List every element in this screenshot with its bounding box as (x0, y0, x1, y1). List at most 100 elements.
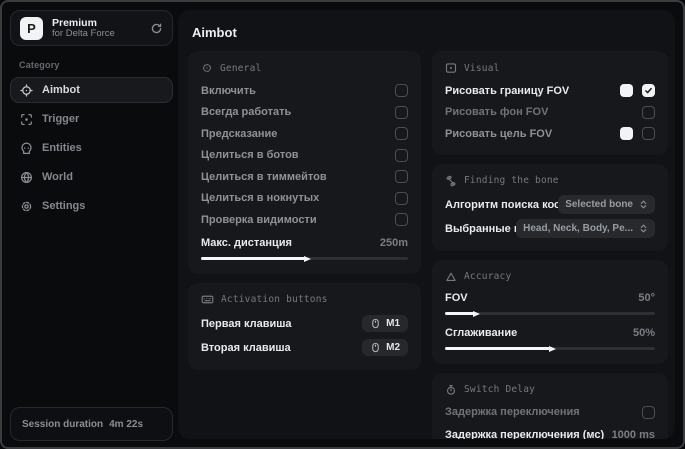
checkbox-draw-fov-background[interactable] (642, 105, 655, 119)
checkbox-target-bots[interactable] (395, 148, 409, 162)
first-key-button[interactable]: M1 (362, 315, 409, 332)
checkbox-target-knocked[interactable] (395, 191, 409, 205)
toggle-label: Включить (201, 84, 256, 97)
smoothing-label: Сглаживание (445, 327, 518, 339)
first-key-value: M1 (386, 318, 401, 329)
bone-algorithm-label: Алгоритм поиска костей (445, 198, 573, 211)
crosshair-icon (20, 83, 33, 97)
panel-accuracy-title: Accuracy (464, 271, 512, 282)
toggle-label: Целиться в ботов (201, 149, 299, 162)
scope-icon (201, 62, 213, 74)
fov-border-color-swatch[interactable] (620, 84, 633, 98)
panel-bone-title: Finding the bone (464, 175, 559, 186)
accuracy-icon (445, 271, 457, 283)
panel-activation-title: Activation buttons (221, 294, 328, 305)
brand-card: P Premium for Delta Force (10, 10, 173, 46)
panel-visual: Visual Рисовать границу FOV Рисовать фон… (432, 51, 668, 155)
timer-icon (445, 384, 457, 396)
session-value: 4m 22s (109, 418, 144, 430)
sidebar-item-trigger[interactable]: Trigger (10, 106, 173, 132)
draw-fov-target-label: Рисовать цель FOV (445, 127, 553, 140)
fov-value: 50° (638, 292, 655, 304)
session-label: Session duration (22, 418, 104, 430)
sidebar-item-entities[interactable]: Entities (10, 135, 173, 161)
keyboard-icon (201, 293, 214, 306)
panel-general-title: General (220, 62, 262, 74)
smoothing-value: 50% (632, 327, 655, 339)
sidebar-nav: Aimbot Trigger Entities World Settings (10, 77, 173, 219)
fov-slider[interactable] (445, 309, 655, 319)
max-distance-label: Макс. дистанция (201, 237, 292, 249)
main-content: Aimbot General Включить Всегда работать (178, 10, 675, 439)
trigger-icon (20, 113, 33, 126)
draw-fov-border-label: Рисовать границу FOV (445, 84, 570, 97)
draw-fov-background-label: Рисовать фон FOV (445, 106, 549, 119)
toggle-label: Целиться в нокнутых (201, 192, 320, 205)
smoothing-slider[interactable] (445, 344, 655, 354)
checkbox-enable[interactable] (395, 84, 409, 98)
sidebar-item-aimbot[interactable]: Aimbot (10, 77, 173, 103)
sidebar-item-label: World (42, 171, 73, 183)
fov-label: FOV (445, 292, 468, 304)
panel-switch-delay: Switch Delay Задержка переключения Задер… (432, 372, 668, 440)
sidebar-item-settings[interactable]: Settings (10, 193, 173, 219)
bone-algorithm-select[interactable]: Selected bone (558, 195, 655, 214)
selected-bones-select[interactable]: Head, Neck, Body, Pe... (516, 219, 655, 238)
checkbox-always-work[interactable] (395, 105, 409, 119)
first-key-label: Первая клавиша (201, 317, 292, 330)
toggle-label: Проверка видимости (201, 213, 317, 226)
checkbox-prediction[interactable] (395, 127, 409, 141)
gear-icon (20, 200, 33, 213)
fov-target-color-swatch[interactable] (620, 127, 633, 141)
switch-delay-toggle-label: Задержка переключения (445, 406, 580, 419)
sidebar-item-label: Settings (42, 200, 86, 212)
sidebar: P Premium for Delta Force Category Aimbo… (10, 10, 173, 441)
session-card: Session duration 4m 22s (10, 407, 173, 441)
panel-visual-title: Visual (464, 62, 500, 74)
checkbox-visibility-check[interactable] (395, 213, 409, 227)
slider-thumb[interactable] (549, 345, 556, 352)
slider-thumb[interactable] (473, 310, 481, 317)
sync-icon[interactable] (150, 22, 163, 35)
entities-icon (20, 142, 33, 155)
globe-icon (20, 171, 33, 184)
mouse-icon (370, 342, 381, 353)
chevron-up-down-icon (639, 224, 648, 233)
sidebar-item-world[interactable]: World (10, 164, 173, 190)
slider-thumb[interactable] (303, 255, 311, 262)
sidebar-item-label: Entities (42, 142, 82, 154)
sidebar-item-label: Trigger (42, 113, 80, 125)
brand-subtitle: for Delta Force (52, 27, 115, 39)
app-window: P Premium for Delta Force Category Aimbo… (0, 0, 685, 449)
brand-logo: P (20, 16, 43, 40)
checkbox-target-teammates[interactable] (395, 170, 409, 184)
toggle-label: Предсказание (201, 127, 278, 140)
category-label: Category (19, 60, 60, 70)
switch-delay-ms-value: 1000 ms (611, 428, 655, 440)
visual-icon (445, 62, 457, 74)
bone-algorithm-value: Selected bone (565, 199, 633, 210)
panel-general: General Включить Всегда работать Предска… (188, 51, 422, 274)
selected-bones-value: Head, Neck, Body, Pe... (523, 223, 633, 234)
max-distance-slider[interactable] (201, 254, 409, 264)
panel-switch-delay-title: Switch Delay (464, 384, 536, 395)
panel-finding-bone: Finding the bone Алгоритм поиска костей … (432, 163, 668, 251)
checkbox-switch-delay[interactable] (642, 405, 655, 419)
switch-delay-ms-label: Задержка переключения (мс) (445, 428, 605, 440)
toggle-label: Всегда работать (201, 106, 292, 119)
brand-title: Premium (52, 16, 97, 29)
checkbox-draw-fov-target[interactable] (642, 127, 655, 141)
panel-activation-buttons: Activation buttons Первая клавиша M1 Вто… (188, 282, 422, 370)
panel-accuracy: Accuracy FOV 50° Сглаживание 50% (432, 259, 668, 364)
second-key-value: M2 (386, 342, 401, 353)
page-title: Aimbot (192, 25, 237, 40)
second-key-button[interactable]: M2 (362, 339, 409, 356)
max-distance-value: 250m (379, 237, 409, 249)
second-key-label: Вторая клавиша (201, 341, 291, 354)
checkbox-draw-fov-border[interactable] (642, 84, 655, 98)
chevron-up-down-icon (639, 200, 648, 209)
sidebar-item-label: Aimbot (42, 84, 80, 96)
toggle-label: Целиться в тиммейтов (201, 170, 327, 183)
mouse-icon (370, 318, 381, 329)
bone-icon (445, 175, 457, 187)
